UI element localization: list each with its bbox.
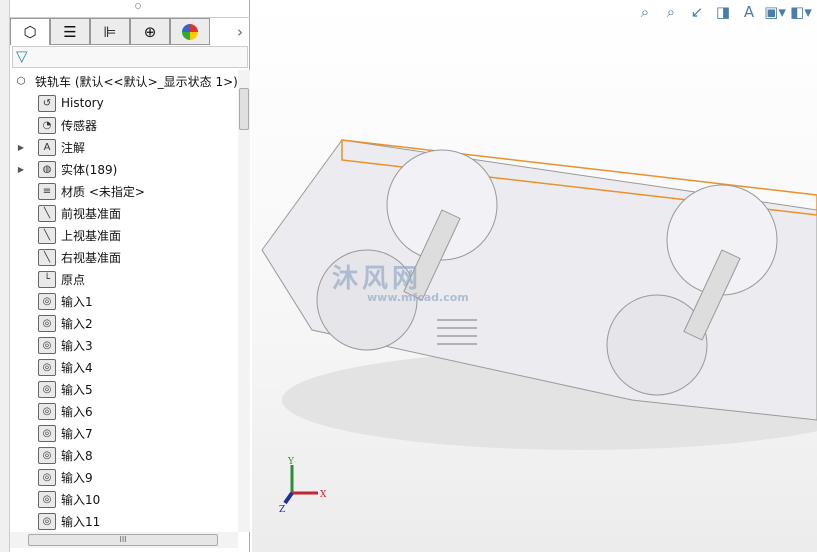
imported-body-icon: ◎: [38, 314, 56, 332]
tree-item-label: 输入3: [61, 338, 93, 353]
tree-item[interactable]: ↺ History: [16, 92, 104, 114]
scroll-thumb[interactable]: III: [28, 534, 218, 546]
tree-item-label: 输入8: [61, 448, 93, 463]
tree-vertical-scrollbar[interactable]: [238, 70, 250, 532]
tree-item-label: 实体(189): [61, 162, 118, 177]
manager-tabs: ⬡ ☰ ⊫ ⊕ ›: [10, 17, 250, 45]
watermark: 沐风网 www.mfcad.com: [332, 258, 469, 304]
part-icon: ⬡: [16, 75, 26, 87]
tree-root[interactable]: ⬡ 铁轨车 (默认<<默认>_显示状态 1>): [12, 70, 238, 92]
solid-bodies-folder-icon: ◍: [38, 160, 56, 178]
feature-tree: ⬡ 铁轨车 (默认<<默认>_显示状态 1>) ↺ History ◔ 传感器 ▶ A 注解 ▶ ◍…: [10, 70, 238, 532]
display-manager-icon: [182, 23, 198, 40]
tree-item-label: 输入2: [61, 316, 93, 331]
imported-body-icon: ◎: [38, 512, 56, 530]
tree-item[interactable]: ╲ 上视基准面: [16, 224, 121, 246]
imported-body-icon: ◎: [38, 424, 56, 442]
tree-item-label: 输入9: [61, 470, 93, 485]
expand-arrow-icon[interactable]: ▶: [16, 143, 26, 152]
view-triad: Y X Z: [279, 457, 327, 515]
filter-icon: ▽: [16, 47, 28, 65]
history-folder-icon: ↺: [38, 94, 56, 112]
feature-manager-icon: ⬡: [23, 23, 37, 41]
tree-item[interactable]: ◔ 传感器: [16, 114, 97, 136]
tree-item[interactable]: ◎ 输入2: [16, 312, 93, 334]
tree-item[interactable]: └ 原点: [16, 268, 85, 290]
dimxpert-icon: ⊕: [143, 22, 157, 41]
sensors-folder-icon: ◔: [38, 116, 56, 134]
tree-item-label: 原点: [61, 272, 86, 287]
imported-body-icon: ◎: [38, 358, 56, 376]
graphics-viewport[interactable]: ⌕ ⌕ ↙ ◨ A ▣▾ ◧▾ Y X Z 沐风网 www.mfcad.com: [252, 0, 817, 552]
tree-item[interactable]: ◎ 输入8: [16, 444, 93, 466]
panel-grip[interactable]: [135, 3, 141, 9]
tree-item-label: 传感器: [61, 118, 98, 133]
tree-item[interactable]: ≡ 材质 <未指定>: [16, 180, 145, 202]
configuration-manager-icon: ⊫: [103, 22, 117, 41]
tree-item[interactable]: ◎ 输入1: [16, 290, 93, 312]
material-icon: ≡: [38, 182, 56, 200]
tree-item-label: 输入6: [61, 404, 93, 419]
tree-item-label: 输入1: [61, 294, 93, 309]
imported-body-icon: ◎: [38, 292, 56, 310]
imported-body-icon: ◎: [38, 336, 56, 354]
tabs-more-button[interactable]: ›: [230, 18, 250, 45]
plane-icon: ╲: [38, 204, 56, 222]
triad-z-label: Z: [279, 505, 285, 515]
origin-icon: └: [38, 270, 56, 288]
tab-dimxpert[interactable]: ⊕: [130, 18, 170, 45]
tree-item-label: 注解: [61, 140, 86, 155]
tree-root-label: 铁轨车 (默认<<默认>_显示状态 1>): [35, 74, 238, 89]
imported-body-icon: ◎: [38, 490, 56, 508]
tree-item-label: 前视基准面: [61, 206, 122, 221]
scroll-thumb[interactable]: [239, 88, 249, 130]
tree-item-label: 输入10: [61, 492, 101, 507]
tree-item[interactable]: ▶ ◍ 实体(189): [16, 158, 117, 180]
tree-item[interactable]: ◎ 输入9: [16, 466, 93, 488]
tree-item-label: 输入4: [61, 360, 93, 375]
imported-body-icon: ◎: [38, 402, 56, 420]
chevron-right-icon: ›: [237, 22, 243, 41]
tree-filter[interactable]: ▽: [12, 46, 248, 68]
tree-item-label: 上视基准面: [61, 228, 122, 243]
tree-item-label: History: [61, 96, 104, 110]
tree-horizontal-scrollbar[interactable]: III: [10, 532, 238, 548]
tree-item[interactable]: ◎ 输入10: [16, 488, 100, 510]
tree-item[interactable]: ◎ 输入7: [16, 422, 93, 444]
left-edge-strip: [0, 0, 10, 552]
tab-configuration-manager[interactable]: ⊫: [90, 18, 130, 45]
tree-item[interactable]: ╲ 前视基准面: [16, 202, 121, 224]
tree-item[interactable]: ◎ 输入6: [16, 400, 93, 422]
plane-icon: ╲: [38, 248, 56, 266]
expand-arrow-icon[interactable]: ▶: [16, 165, 26, 174]
triad-y-label: Y: [287, 457, 295, 467]
tree-item[interactable]: ▶ A 注解: [16, 136, 85, 158]
tree-item[interactable]: ◎ 输入3: [16, 334, 93, 356]
tab-display-manager[interactable]: [170, 18, 210, 45]
tree-item-label: 输入5: [61, 382, 93, 397]
imported-body-icon: ◎: [38, 380, 56, 398]
tab-property-manager[interactable]: ☰: [50, 18, 90, 45]
tree-item[interactable]: ◎ 输入11: [16, 510, 100, 532]
tree-item-label: 右视基准面: [61, 250, 122, 265]
tree-item[interactable]: ╲ 右视基准面: [16, 246, 121, 268]
tree-item[interactable]: ◎ 输入4: [16, 356, 93, 378]
tab-feature-manager[interactable]: ⬡: [10, 18, 50, 45]
property-manager-icon: ☰: [63, 22, 77, 41]
watermark-url: www.mfcad.com: [367, 291, 469, 304]
imported-body-icon: ◎: [38, 446, 56, 464]
wheel: [606, 294, 708, 396]
plane-icon: ╲: [38, 226, 56, 244]
tree-item-label: 输入11: [61, 514, 101, 529]
annotations-folder-icon: A: [38, 138, 56, 156]
tree-item-label: 材质 <未指定>: [61, 184, 145, 199]
watermark-text: 沐风网: [332, 264, 423, 294]
feature-manager-panel: ⬡ ☰ ⊫ ⊕ › ▽ ⬡ 铁轨车 (默认<<默认>_显示状态 1>) ↺ Histo…: [10, 0, 250, 552]
tree-item[interactable]: ◎ 输入5: [16, 378, 93, 400]
tree-item-label: 输入7: [61, 426, 93, 441]
triad-x-label: X: [320, 490, 327, 500]
imported-body-icon: ◎: [38, 468, 56, 486]
